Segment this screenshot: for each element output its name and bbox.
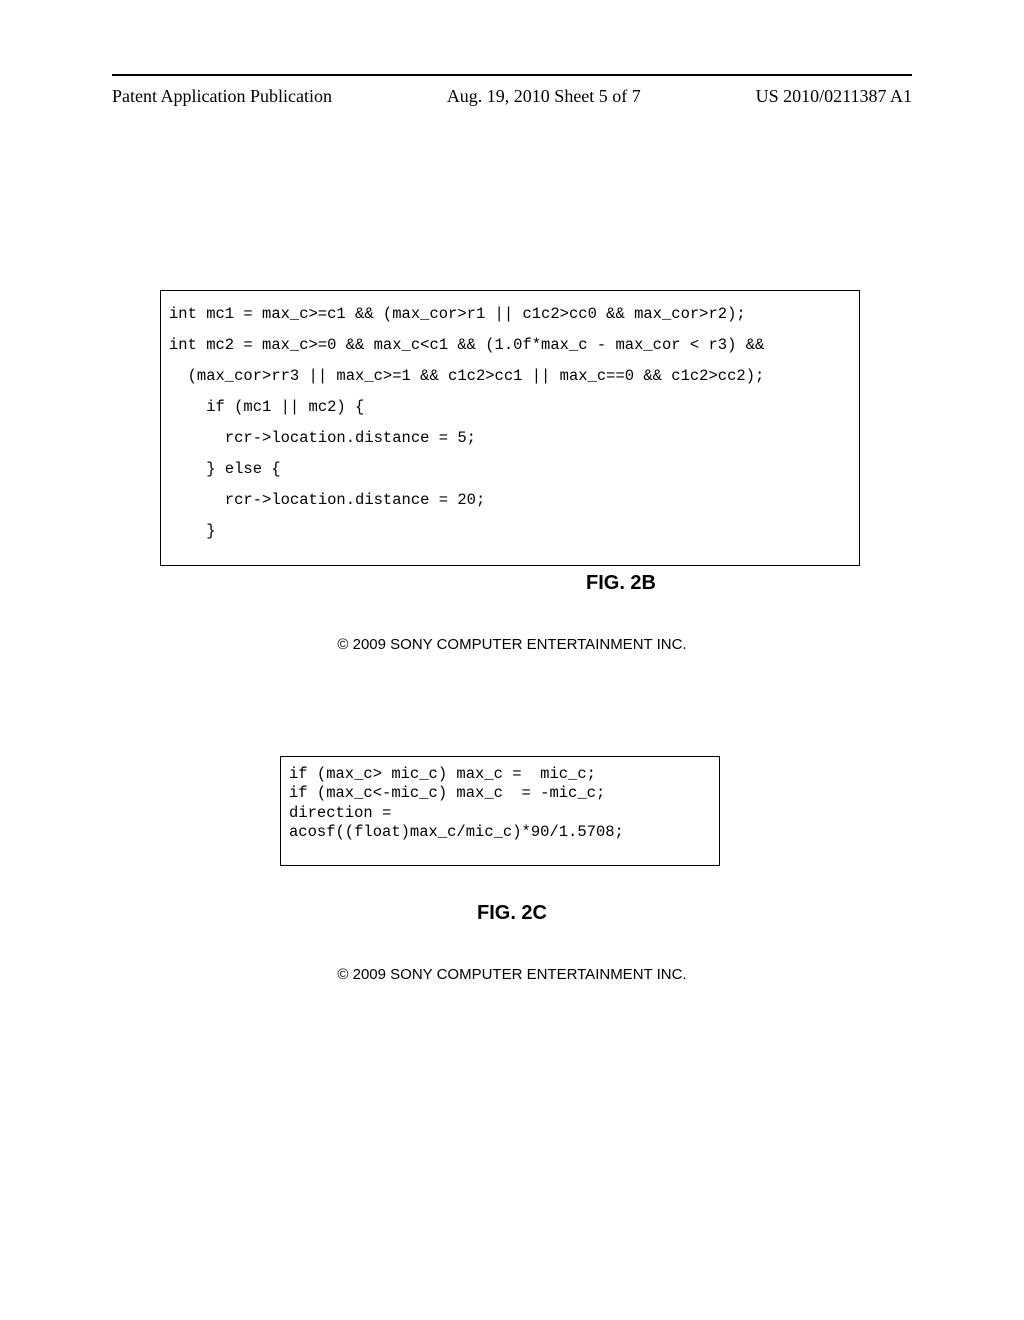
- figure-label-2b: FIG. 2B: [0, 572, 912, 595]
- patent-page: Patent Application Publication Aug. 19, …: [0, 0, 1024, 1320]
- copyright-2c: © 2009 SONY COMPUTER ENTERTAINMENT INC.: [0, 966, 1024, 983]
- copyright-2b: © 2009 SONY COMPUTER ENTERTAINMENT INC.: [0, 636, 1024, 653]
- page-header: Patent Application Publication Aug. 19, …: [112, 86, 912, 107]
- figure-label-2c: FIG. 2C: [0, 902, 1024, 925]
- header-left: Patent Application Publication: [112, 86, 332, 107]
- header-center: Aug. 19, 2010 Sheet 5 of 7: [447, 86, 641, 107]
- header-right: US 2010/0211387 A1: [756, 86, 912, 107]
- header-rule: [112, 74, 912, 76]
- code-listing-2b: int mc1 = max_c>=c1 && (max_cor>r1 || c1…: [160, 290, 860, 566]
- code-listing-2c: if (max_c> mic_c) max_c = mic_c; if (max…: [280, 756, 720, 866]
